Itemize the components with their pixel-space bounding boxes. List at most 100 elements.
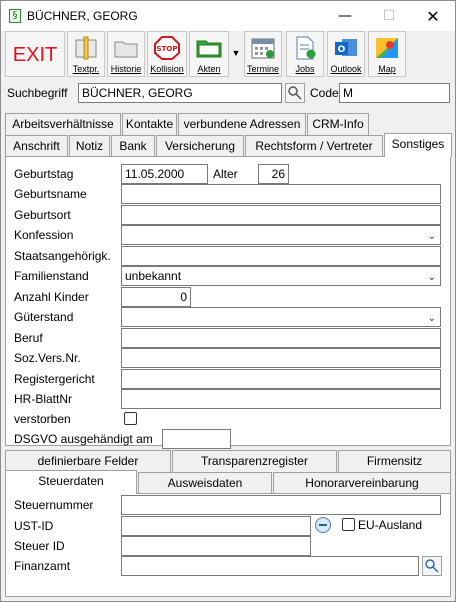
jobs-label: Jobs — [295, 64, 315, 74]
history-folder-icon — [114, 41, 138, 58]
calendar-icon — [251, 38, 275, 59]
tab-transparenzregister[interactable]: Transparenzregister — [172, 450, 337, 472]
green-folder-icon — [196, 40, 222, 58]
registergericht-input[interactable] — [121, 369, 441, 389]
sozvers-label: Soz.Vers.Nr. — [14, 351, 81, 365]
dsgvo-label: DSGVO ausgehändigt am — [14, 432, 153, 446]
konfession-label: Konfession — [14, 228, 74, 242]
geburtsname-input[interactable] — [121, 184, 441, 204]
search-button[interactable] — [285, 83, 305, 103]
svg-text:STOP: STOP — [157, 45, 178, 53]
akten-button[interactable]: Akten — [189, 31, 229, 77]
map-button[interactable]: Map — [368, 31, 406, 77]
konfession-select[interactable]: ⌄ — [121, 225, 441, 245]
akten-label: Akten — [197, 64, 221, 74]
geburtstag-input[interactable]: 11.05.2000 — [121, 164, 208, 184]
outlook-button[interactable]: O Outlook — [327, 31, 365, 77]
ust-id-input[interactable] — [121, 516, 311, 536]
textproduktion-button[interactable]: Textpr. — [67, 31, 105, 77]
tab-rechtsform-vertreter[interactable]: Rechtsform / Vertreter — [245, 135, 383, 157]
app-icon: § — [9, 9, 21, 23]
verstorben-label: verstorben — [14, 412, 71, 426]
anzahl-kinder-input[interactable]: 0 — [121, 287, 191, 307]
familienstand-select[interactable]: unbekannt ⌄ — [121, 266, 441, 286]
gueterstand-select[interactable]: ⌄ — [121, 307, 441, 327]
tab-honorarvereinbarung[interactable]: Honorarvereinbarung — [273, 472, 451, 494]
beruf-input[interactable] — [121, 328, 441, 348]
dsgvo-input[interactable] — [162, 429, 231, 449]
historie-label: Historie — [110, 64, 142, 74]
steuer-id-input[interactable] — [121, 536, 311, 556]
tab-bank[interactable]: Bank — [111, 135, 155, 157]
finanzamt-search-button[interactable] — [422, 556, 442, 576]
sozvers-input[interactable] — [121, 348, 441, 368]
chevron-down-icon: ⌄ — [427, 272, 436, 283]
search-icon — [288, 86, 302, 100]
chevron-down-icon: ⌄ — [427, 313, 436, 324]
finanzamt-input[interactable] — [121, 556, 419, 576]
familienstand-value: unbekannt — [125, 269, 182, 283]
suchbegriff-input[interactable]: BÜCHNER, GEORG — [78, 83, 282, 103]
hrblatt-input[interactable] — [121, 389, 441, 409]
staatsangehoerigkeit-label: Staatsangehörigk. — [14, 249, 111, 263]
gueterstand-label: Güterstand — [14, 310, 74, 324]
tab-kontakte[interactable]: Kontakte — [122, 113, 177, 135]
tab-definierbare-felder[interactable]: definierbare Felder — [5, 450, 171, 472]
geburtsort-label: Geburtsort — [14, 208, 71, 222]
registergericht-label: Registergericht — [14, 372, 95, 386]
tab-crm-info[interactable]: CRM-Info — [307, 113, 369, 135]
svg-text:O: O — [338, 45, 346, 55]
maximize-button[interactable]: ☐ — [367, 1, 411, 31]
tab-sonstiges[interactable]: Sonstiges — [384, 133, 452, 157]
jobs-button[interactable]: Jobs — [286, 31, 324, 77]
steuernummer-label: Steuernummer — [14, 498, 94, 512]
map-icon — [376, 38, 398, 58]
tab-ausweisdaten[interactable]: Ausweisdaten — [138, 472, 272, 494]
geburtstag-label: Geburtstag — [14, 167, 74, 181]
hrblatt-label: HR-BlattNr — [14, 392, 73, 406]
ust-id-label: UST-ID — [14, 519, 54, 533]
code-label: Code — [310, 86, 339, 100]
eu-validate-icon[interactable] — [315, 517, 331, 533]
jobs-document-icon — [296, 36, 316, 60]
beruf-label: Beruf — [14, 331, 43, 345]
historie-button[interactable]: Historie — [107, 31, 145, 77]
kollision-button[interactable]: STOP Kollision — [147, 31, 187, 77]
anzahl-kinder-label: Anzahl Kinder — [14, 290, 89, 304]
outlook-icon: O — [335, 39, 357, 56]
steuer-id-label: Steuer ID — [14, 539, 65, 553]
chevron-down-icon: ⌄ — [427, 231, 436, 242]
akten-dropdown-arrow[interactable]: ▼ — [230, 45, 242, 61]
exit-button[interactable]: EXIT — [5, 31, 65, 77]
finanzamt-label: Finanzamt — [14, 559, 71, 573]
text-icon — [75, 36, 97, 60]
code-input[interactable]: M — [339, 83, 450, 103]
close-button[interactable]: ✕ — [411, 1, 455, 31]
tab-arbeitsverhaeltnisse[interactable]: Arbeitsverhältnisse — [5, 113, 121, 135]
alter-input[interactable]: 26 — [258, 164, 289, 184]
main-window: § BÜCHNER, GEORG — ☐ ✕ EXIT Textpr. Hist… — [0, 0, 456, 602]
termine-button[interactable]: Termine — [244, 31, 282, 77]
tab-notiz[interactable]: Notiz — [69, 135, 110, 157]
tab-versicherung[interactable]: Versicherung — [156, 135, 244, 157]
tab-verbundene-adressen[interactable]: verbundene Adressen — [178, 113, 306, 135]
tab-anschrift[interactable]: Anschrift — [5, 135, 68, 157]
tab-firmensitz[interactable]: Firmensitz — [338, 450, 451, 472]
familienstand-label: Familienstand — [14, 269, 89, 283]
search-row: Suchbegriff BÜCHNER, GEORG Code M — [1, 81, 455, 107]
search-icon — [425, 559, 439, 573]
steuernummer-input[interactable] — [121, 495, 441, 515]
eu-ausland-checkbox[interactable] — [342, 518, 355, 531]
textproduktion-label: Textpr. — [72, 64, 100, 74]
staatsangehoerigkeit-input[interactable] — [121, 246, 441, 266]
map-label: Map — [378, 64, 396, 74]
geburtsname-label: Geburtsname — [14, 187, 87, 201]
eu-ausland-label: EU-Ausland — [358, 518, 423, 532]
minimize-button[interactable]: — — [323, 1, 367, 31]
geburtsort-input[interactable] — [121, 205, 441, 225]
window-title: BÜCHNER, GEORG — [27, 9, 138, 23]
tab-steuerdaten[interactable]: Steuerdaten — [5, 470, 137, 494]
stop-icon: STOP — [154, 36, 180, 60]
kollision-label: Kollision — [150, 64, 184, 74]
verstorben-checkbox[interactable] — [124, 412, 137, 425]
